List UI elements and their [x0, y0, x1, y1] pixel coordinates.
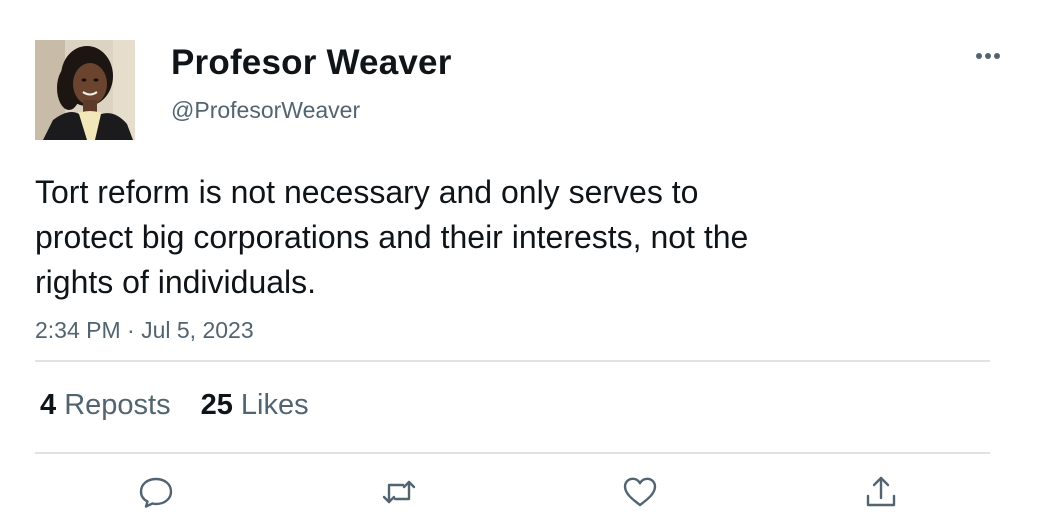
reposts-count: 4 — [40, 389, 57, 421]
share-upload-icon — [866, 476, 896, 507]
reposts-stat[interactable]: 4 Reposts — [40, 386, 171, 424]
repost-button[interactable] — [379, 472, 419, 512]
tweet-text-line: protect big corporations and their inter… — [35, 219, 749, 255]
like-button[interactable] — [620, 472, 660, 512]
engagement-stats: 4 Reposts 25 Likes — [40, 386, 309, 424]
author-display-name[interactable]: Profesor Weaver — [171, 42, 452, 84]
more-options-icon[interactable] — [970, 44, 1006, 68]
tweet-text-line: rights of individuals. — [35, 264, 317, 300]
likes-label: Likes — [240, 389, 309, 421]
profile-photo-icon — [35, 40, 135, 140]
likes-stat[interactable]: 25 Likes — [201, 386, 309, 424]
repost-arrows-icon — [382, 480, 416, 504]
likes-count: 25 — [200, 389, 233, 421]
reposts-label: Reposts — [64, 389, 171, 421]
author-handle[interactable]: @ProfesorWeaver — [171, 95, 360, 125]
share-button[interactable] — [861, 472, 901, 512]
tweet-card: Profesor Weaver @ProfesorWeaver Tort ref… — [0, 0, 1050, 525]
speech-bubble-icon — [139, 477, 173, 508]
tweet-timestamp[interactable]: 2:34 PM · Jul 5, 2023 — [35, 314, 254, 346]
avatar[interactable] — [35, 40, 135, 140]
heart-icon — [623, 477, 657, 507]
tweet-text-line: Tort reform is not necessary and only se… — [35, 174, 699, 210]
tweet-text: Tort reform is not necessary and only se… — [35, 170, 915, 305]
divider — [35, 452, 990, 454]
reply-button[interactable] — [136, 472, 176, 512]
divider — [35, 360, 990, 362]
